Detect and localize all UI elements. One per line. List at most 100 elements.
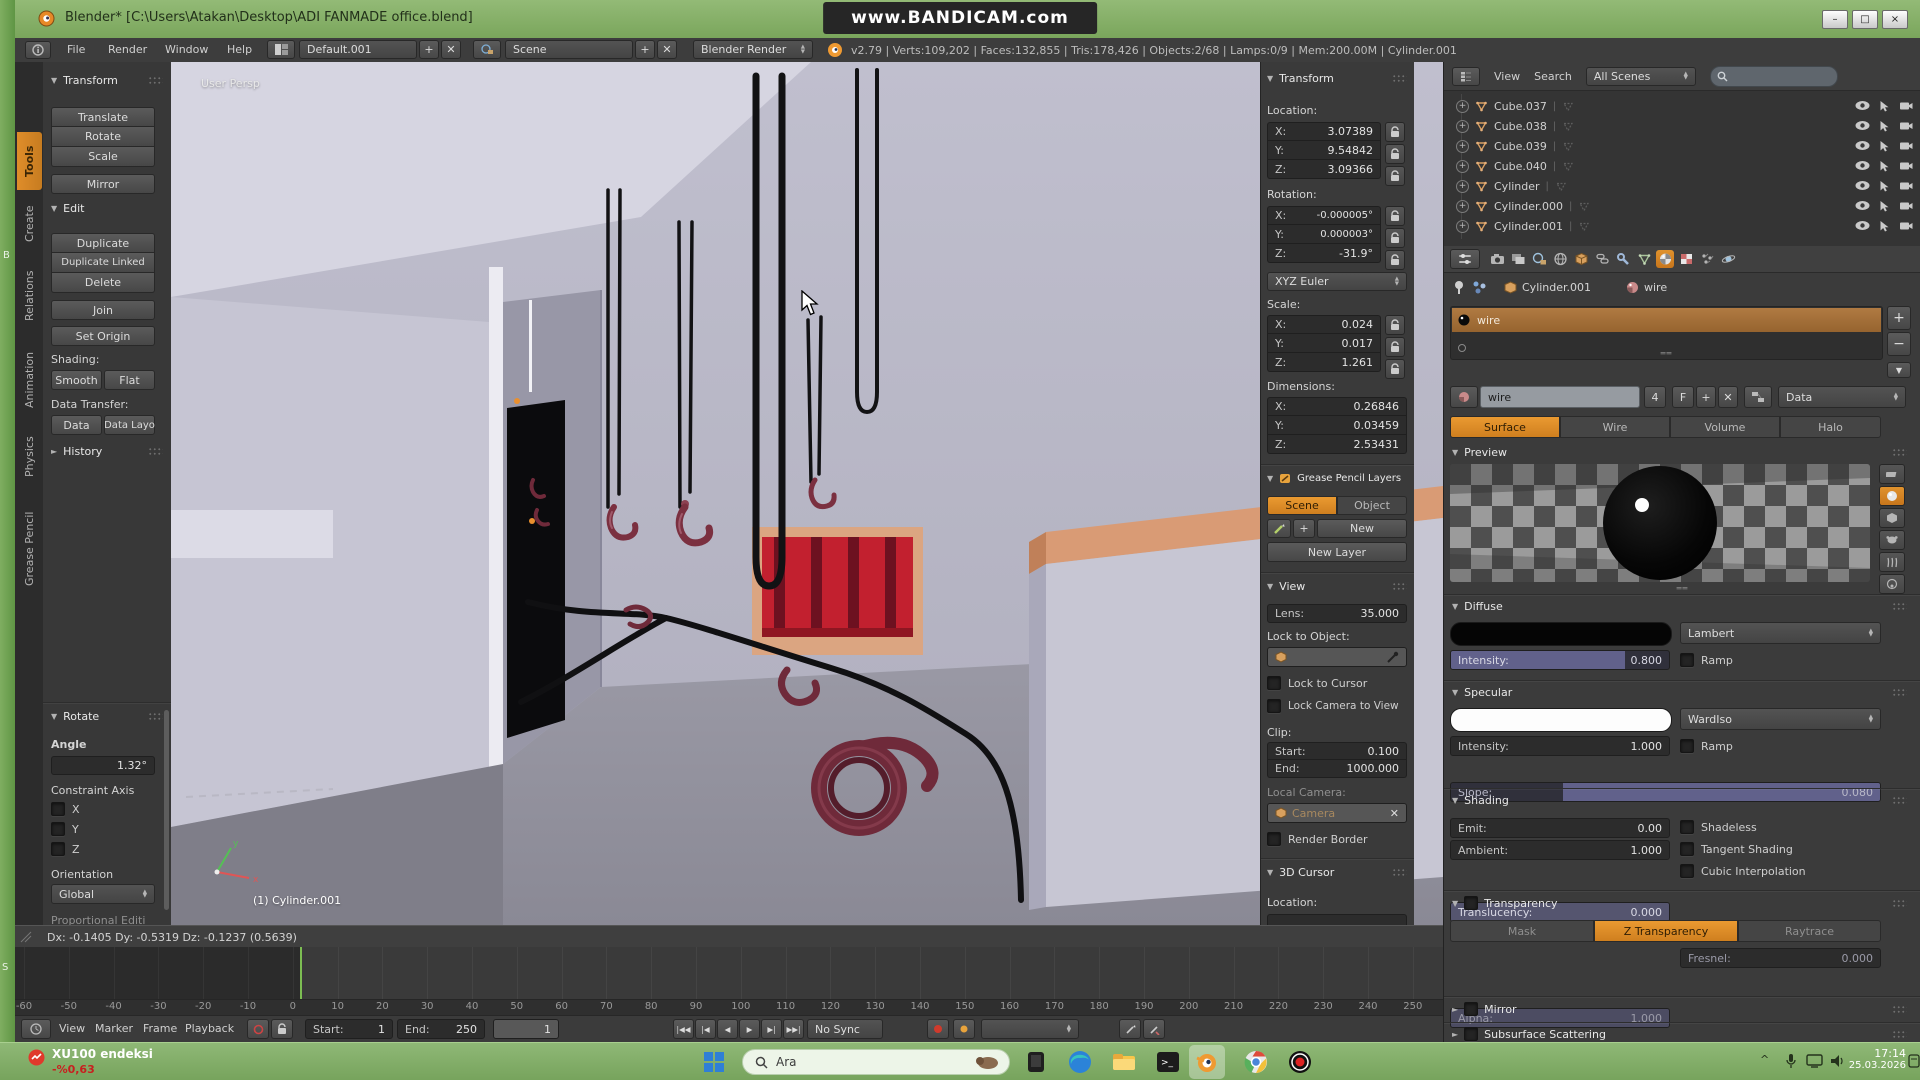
axis-z-checkbox[interactable]: Z: [51, 842, 80, 856]
selectability-cursor-icon[interactable]: [1879, 220, 1890, 232]
emit-field[interactable]: Emit:0.00: [1450, 818, 1670, 838]
taskbar-clock[interactable]: 17:14 25.03.2026: [1848, 1047, 1906, 1071]
editor-type-properties-icon[interactable]: [1450, 249, 1480, 269]
cast-screen-icon[interactable]: [1806, 1054, 1824, 1068]
specular-ramp-checkbox[interactable]: Ramp: [1680, 739, 1733, 753]
mirror-button[interactable]: Mirror: [51, 174, 155, 194]
preview-cube-icon[interactable]: [1879, 508, 1905, 528]
transparency-checkbox[interactable]: [1464, 896, 1478, 910]
data-layout-button[interactable]: Data Layo: [104, 415, 155, 435]
selectability-cursor-icon[interactable]: [1879, 100, 1890, 112]
shadeless-checkbox[interactable]: Shadeless: [1680, 820, 1757, 834]
slot-add-button[interactable]: +: [1887, 306, 1911, 330]
location-x-field[interactable]: X:3.07389: [1267, 122, 1381, 141]
lock-icon[interactable]: [1385, 166, 1405, 186]
editor-type-outliner-icon[interactable]: [1452, 67, 1480, 86]
renderability-camera-icon[interactable]: [1899, 140, 1913, 151]
screen-layout-selector[interactable]: Default.001: [299, 40, 417, 59]
diffuse-shader-dropdown[interactable]: Lambert▲▼: [1680, 622, 1881, 644]
clip-start-field[interactable]: Start:0.100: [1267, 742, 1407, 760]
tool-tab-tools[interactable]: Tools: [17, 132, 42, 190]
specular-shader-dropdown[interactable]: WardIso▲▼: [1680, 708, 1881, 730]
editor-type-info-icon[interactable]: [25, 41, 51, 59]
preview-world-icon[interactable]: [1879, 574, 1905, 594]
outliner-row[interactable]: + Cylinder |: [1444, 176, 1920, 196]
expand-icon[interactable]: +: [1456, 160, 1469, 173]
panel-header-sss[interactable]: ► Subsurface Scattering: [1452, 1027, 1907, 1041]
layout-add-button[interactable]: +: [419, 40, 439, 59]
material-slot-empty[interactable]: [1457, 338, 1467, 357]
slot-specials-menu[interactable]: ▼: [1887, 362, 1911, 378]
outliner-menu-search[interactable]: Search: [1534, 70, 1572, 83]
menu-help[interactable]: Help: [227, 43, 252, 56]
rotation-z-field[interactable]: Z:-31.9°: [1267, 244, 1381, 263]
tool-tab-grease-pencil[interactable]: Grease Pencil: [17, 494, 42, 604]
dim-x-field[interactable]: X:0.26846: [1267, 397, 1407, 416]
dim-z-field[interactable]: Z:2.53431: [1267, 435, 1407, 454]
specular-color-swatch[interactable]: [1450, 708, 1672, 732]
physics-icon[interactable]: [1719, 250, 1737, 268]
timeline-menu-marker[interactable]: Marker: [95, 1022, 133, 1035]
render-border-checkbox[interactable]: Render Border: [1267, 832, 1368, 846]
edge-icon[interactable]: [1066, 1048, 1094, 1076]
tool-tab-animation[interactable]: Animation: [17, 340, 42, 420]
rotation-x-field[interactable]: X:-0.000005°: [1267, 206, 1381, 225]
flat-button[interactable]: Flat: [104, 370, 155, 390]
timeline-menu-frame[interactable]: Frame: [143, 1022, 177, 1035]
delete-button[interactable]: Delete: [51, 273, 155, 293]
panel-header-mirror[interactable]: ► Mirror: [1452, 1002, 1907, 1016]
panel-header-rotate[interactable]: ▼Rotate: [51, 710, 163, 723]
object-data-icon[interactable]: [1635, 250, 1653, 268]
timeline-ruler[interactable]: -60-50-40-30-20-100102030405060708090100…: [15, 999, 1443, 1016]
world-icon[interactable]: [1551, 250, 1569, 268]
translate-button[interactable]: Translate: [51, 107, 155, 127]
visibility-eye-icon[interactable]: [1855, 100, 1870, 111]
panel-header-view[interactable]: ▼View: [1267, 580, 1407, 593]
diffuse-ramp-checkbox[interactable]: Ramp: [1680, 653, 1733, 667]
renderability-camera-icon[interactable]: [1899, 100, 1913, 111]
panel-header-edit[interactable]: ▼Edit: [51, 202, 163, 215]
scene-delete-button[interactable]: ✕: [657, 40, 677, 59]
tool-tab-physics[interactable]: Physics: [17, 426, 42, 488]
chrome-icon[interactable]: [1242, 1048, 1270, 1076]
pin-icon[interactable]: [1452, 280, 1466, 295]
timeline-playhead[interactable]: [300, 947, 302, 999]
smooth-button[interactable]: Smooth: [51, 370, 102, 390]
node-tree-icon[interactable]: [1472, 280, 1488, 295]
data-button[interactable]: Data: [51, 415, 102, 435]
list-resize-grip[interactable]: ══: [1661, 349, 1673, 358]
terminal-icon[interactable]: >_: [1154, 1048, 1182, 1076]
renderability-camera-icon[interactable]: [1899, 220, 1913, 231]
menu-render[interactable]: Render: [108, 43, 147, 56]
corner-grip-icon[interactable]: [19, 930, 33, 944]
gp-tab-object[interactable]: Object: [1337, 496, 1407, 515]
next-keyframe-button[interactable]: ▶|: [761, 1019, 782, 1039]
fresnel-field[interactable]: Fresnel:0.000: [1680, 948, 1881, 968]
selectability-cursor-icon[interactable]: [1879, 160, 1890, 172]
location-z-field[interactable]: Z:3.09366: [1267, 160, 1381, 179]
slot-remove-button[interactable]: −: [1887, 332, 1911, 356]
fake-user-button[interactable]: F: [1672, 386, 1694, 408]
viewport-3d[interactable]: x y User Persp (1) Cylinder.001: [171, 62, 1443, 925]
material-icon[interactable]: [1656, 250, 1674, 268]
tab-mask[interactable]: Mask: [1450, 920, 1594, 942]
cubic-interpolation-checkbox[interactable]: Cubic Interpolation: [1680, 864, 1806, 878]
particles-icon[interactable]: [1698, 250, 1716, 268]
local-camera-field[interactable]: Camera ✕: [1267, 803, 1407, 823]
selectability-cursor-icon[interactable]: [1879, 180, 1890, 192]
expand-icon[interactable]: +: [1456, 180, 1469, 193]
speaker-icon[interactable]: [1830, 1054, 1846, 1068]
lock-icon[interactable]: [1385, 206, 1405, 226]
lock-to-cursor-checkbox[interactable]: Lock to Cursor: [1267, 676, 1367, 690]
tangent-shading-checkbox[interactable]: Tangent Shading: [1680, 842, 1793, 856]
stock-ticker-name[interactable]: XU100 endeksi: [52, 1047, 153, 1061]
start-button[interactable]: [700, 1048, 728, 1076]
taskbar-app-icon[interactable]: [1022, 1048, 1050, 1076]
tab-volume[interactable]: Volume: [1670, 416, 1780, 438]
join-button[interactable]: Join: [51, 300, 155, 320]
keying-set-dropdown[interactable]: ▲▼: [981, 1019, 1079, 1039]
visibility-eye-icon[interactable]: [1855, 220, 1870, 231]
object-icon[interactable]: [1572, 250, 1590, 268]
panel-header-grease-pencil[interactable]: ▼ Grease Pencil Layers: [1267, 472, 1407, 484]
panel-header-shading[interactable]: ▼Shading: [1452, 794, 1907, 807]
